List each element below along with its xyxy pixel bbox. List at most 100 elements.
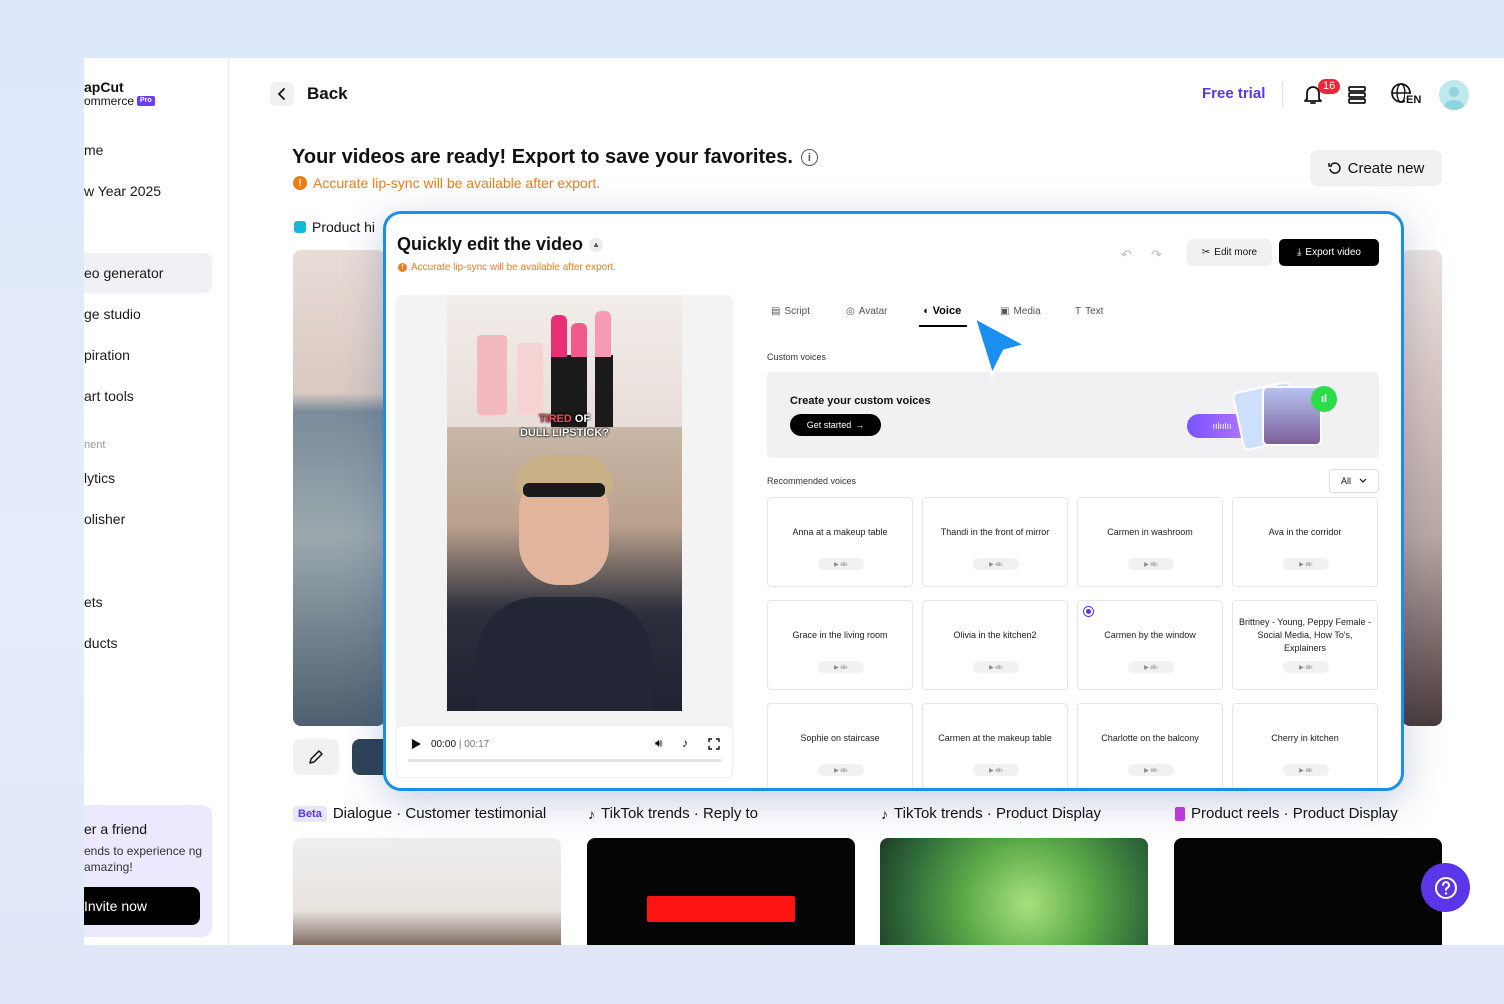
sidebar-item-analytics[interactable]: lytics xyxy=(84,470,115,486)
tab-text[interactable]: T Text xyxy=(1075,306,1103,317)
template-thumbnail[interactable] xyxy=(880,838,1148,945)
beta-badge: Beta xyxy=(293,805,327,822)
edit-more-button[interactable]: ✂ Edit more xyxy=(1187,239,1272,266)
lip-sync-warning: ! Accurate lip-sync will be available af… xyxy=(293,175,600,191)
product-icon xyxy=(294,221,306,233)
voice-card[interactable]: Anna at a makeup table ▶ ·ıılıı· xyxy=(767,497,913,587)
export-video-button[interactable]: ⤓ Export video xyxy=(1279,239,1379,266)
progress-bar[interactable] xyxy=(408,759,722,762)
voice-preview-button[interactable]: ▶ ·ıılıı· xyxy=(1128,661,1174,673)
create-new-button[interactable]: Create new xyxy=(1310,150,1442,186)
back-button[interactable] xyxy=(270,82,294,106)
layers-icon[interactable] xyxy=(1346,84,1368,106)
tab-script[interactable]: ▤ Script xyxy=(771,306,810,317)
voice-preview-button[interactable]: ▶ ·ıılıı· xyxy=(818,558,864,570)
graduation-cap-icon[interactable]: ▲ xyxy=(589,237,604,252)
voice-preview-button[interactable]: ▶ ·ıılıı· xyxy=(818,661,864,673)
tiktok-icon[interactable]: ♪ xyxy=(682,736,688,750)
voice-preview-button[interactable]: ▶ ·ıılıı· xyxy=(1283,764,1329,776)
video-thumbnail[interactable] xyxy=(1402,250,1442,726)
mouse-cursor-icon xyxy=(972,315,1028,377)
invite-title: er a friend xyxy=(84,821,148,837)
selected-radio xyxy=(1083,606,1094,617)
sidebar-item-assets[interactable]: ets xyxy=(84,594,103,610)
sidebar-item-publisher[interactable]: olisher xyxy=(84,511,125,527)
capcut-commerce-logo[interactable]: apCut ommerce Pro xyxy=(84,80,155,108)
voice-card[interactable]: Carmen at the makeup table ▶ ·ıılıı· xyxy=(922,703,1068,788)
voice-preview-button[interactable]: ▶ ·ıılıı· xyxy=(973,558,1019,570)
voice-preview-button[interactable]: ▶ ·ıılıı· xyxy=(1283,661,1329,673)
voice-card[interactable]: Thandi in the front of mirror ▶ ·ıılıı· xyxy=(922,497,1068,587)
tab-avatar[interactable]: ◎ Avatar xyxy=(846,306,887,317)
template-label: ♪ TikTok trends · Reply to xyxy=(588,805,758,822)
sidebar: apCut ommerce Pro me w Year 2025 eo gene… xyxy=(84,58,229,945)
redo-icon[interactable]: ↷ xyxy=(1151,247,1162,263)
sidebar-item-products[interactable]: ducts xyxy=(84,635,117,651)
voice-filter-select[interactable]: All xyxy=(1329,469,1379,493)
get-started-button[interactable]: Get started → xyxy=(790,414,881,436)
template-thumbnail[interactable] xyxy=(293,838,561,945)
undo-icon[interactable]: ↶ xyxy=(1121,247,1132,263)
sidebar-item-new-year[interactable]: w Year 2025 xyxy=(84,183,161,199)
quick-edit-panel: Quickly edit the video ▲ ! Accurate lip-… xyxy=(383,211,1404,791)
modal-title: Quickly edit the video ▲ xyxy=(397,234,604,255)
invite-card: er a friend ends to experience ng amazin… xyxy=(84,805,212,937)
chevron-down-icon xyxy=(1359,478,1367,483)
voice-card[interactable]: Olivia in the kitchen2 ▶ ·ıılıı· xyxy=(922,600,1068,690)
tiktok-icon: ♪ xyxy=(588,805,595,822)
voice-card[interactable]: Carmen in washroom ▶ ·ıılıı· xyxy=(1077,497,1223,587)
invite-now-button[interactable]: Invite now xyxy=(84,887,200,925)
voice-card[interactable]: Brittney - Young, Peppy Female - Social … xyxy=(1232,600,1378,690)
script-icon: ▤ xyxy=(771,306,781,317)
invite-desc: ends to experience ng amazing! xyxy=(84,844,203,874)
section-label: Product hi xyxy=(294,219,375,235)
voice-card[interactable]: Ava in the corridor ▶ ·ıılıı· xyxy=(1232,497,1378,587)
voice-card[interactable]: Grace in the living room ▶ ·ıılıı· xyxy=(767,600,913,690)
lipstick-scene xyxy=(447,295,682,427)
avatar[interactable] xyxy=(1439,80,1469,110)
edit-button[interactable] xyxy=(293,739,339,775)
info-icon[interactable]: i xyxy=(800,149,818,166)
free-trial-link[interactable]: Free trial xyxy=(1202,85,1265,102)
warning-icon: ! xyxy=(398,263,407,272)
language-code: EN xyxy=(1405,94,1423,106)
sidebar-item-smart-tools[interactable]: art tools xyxy=(84,388,134,404)
sidebar-section-label: nent xyxy=(84,439,106,451)
voice-card[interactable]: Sophie on staircase ▶ ·ıılıı· xyxy=(767,703,913,788)
voice-preview-button[interactable]: ▶ ·ıılıı· xyxy=(1128,558,1174,570)
banner-title: Create your custom voices xyxy=(790,395,931,407)
video-preview[interactable]: TIRED OF DULL LIPSTICK? xyxy=(447,295,682,711)
notification-badge: 16 xyxy=(1318,79,1341,94)
template-thumbnail[interactable] xyxy=(587,838,855,945)
arrow-right-icon: → xyxy=(855,420,865,430)
voice-card-selected[interactable]: Carmen by the window ▶ ·ıılıı· xyxy=(1077,600,1223,690)
sidebar-item-image-studio[interactable]: ge studio xyxy=(84,306,141,322)
voice-preview-button[interactable]: ▶ ·ıılıı· xyxy=(1283,558,1329,570)
volume-icon[interactable]: 🔊︎ xyxy=(655,736,663,751)
template-thumbnail[interactable] xyxy=(1174,838,1442,945)
voice-card[interactable]: Charlotte on the balcony ▶ ·ıılıı· xyxy=(1077,703,1223,788)
sidebar-item-home[interactable]: me xyxy=(84,142,103,158)
download-icon: ⤓ xyxy=(1296,247,1302,258)
sidebar-item-inspiration[interactable]: piration xyxy=(84,347,130,363)
mic-icon: ıl xyxy=(1311,386,1337,412)
video-thumbnail[interactable] xyxy=(293,250,385,726)
warning-icon: ! xyxy=(293,176,307,190)
video-player: TIRED OF DULL LIPSTICK? 00:00 | 00:17 🔊︎… xyxy=(396,295,733,778)
back-label[interactable]: Back xyxy=(307,84,348,104)
fullscreen-icon[interactable] xyxy=(708,738,720,750)
voice-card[interactable]: Cherry in kitchen ▶ ·ıılıı· xyxy=(1232,703,1378,788)
language-button[interactable]: EN xyxy=(1390,82,1423,108)
voice-preview-button[interactable]: ▶ ·ıılıı· xyxy=(818,764,864,776)
help-button[interactable] xyxy=(1421,863,1470,912)
avatar-icon: ◎ xyxy=(846,306,855,317)
video-caption: TIRED OF DULL LIPSTICK? xyxy=(519,413,609,439)
tab-voice[interactable]: ◖ Voice xyxy=(922,305,961,317)
play-icon[interactable] xyxy=(410,738,422,750)
template-label: Beta Dialogue · Customer testimonial xyxy=(293,805,546,822)
voice-preview-button[interactable]: ▶ ·ıılıı· xyxy=(973,661,1019,673)
recommended-voices-label: Recommended voices xyxy=(767,476,857,486)
voice-preview-button[interactable]: ▶ ·ıılıı· xyxy=(1128,764,1174,776)
sidebar-item-video-generator[interactable]: eo generator xyxy=(84,253,212,293)
voice-preview-button[interactable]: ▶ ·ıılıı· xyxy=(973,764,1019,776)
